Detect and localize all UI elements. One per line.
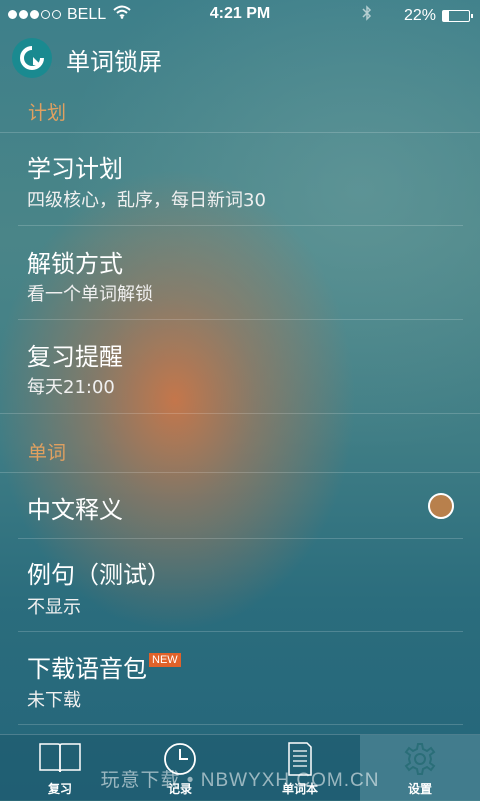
watermark: 玩意下载 • NBWYXH.COM.CN: [100, 770, 380, 791]
row-title: 中文释义: [27, 496, 123, 524]
battery-percent: 22%: [403, 6, 436, 24]
row-subtitle: 不显示: [27, 597, 81, 618]
row-example-sentence[interactable]: 例句（测试） 不显示: [0, 539, 480, 631]
row-title: 例句（测试）: [27, 561, 171, 589]
bluetooth-icon: [362, 5, 372, 26]
row-chinese-definition[interactable]: 中文释义: [0, 473, 480, 538]
battery-level: [443, 10, 449, 21]
row-download-voice[interactable]: 下载语音包 NEW 未下载: [0, 632, 480, 724]
row-subtitle: 未下载: [27, 690, 81, 711]
app-header: 单词锁屏: [0, 34, 480, 82]
row-subtitle: 每天21:00: [27, 377, 115, 398]
battery-icon: [442, 9, 473, 22]
status-right: 22%: [362, 5, 473, 26]
row-title: 解锁方式: [27, 250, 123, 278]
status-bar: BELL 4:21 PM 22%: [0, 0, 480, 30]
row-title: 下载语音包 NEW: [27, 649, 181, 684]
section-header-words: 单词: [28, 442, 67, 464]
row-title: 学习计划: [27, 155, 123, 183]
row-title-text: 下载语音包: [27, 655, 147, 683]
divider: [0, 413, 480, 414]
row-subtitle: 四级核心，乱序，每日新词30: [27, 190, 266, 211]
section-header-plan: 计划: [28, 102, 67, 124]
row-title: 复习提醒: [27, 343, 123, 371]
row-subtitle: 看一个单词解锁: [27, 284, 153, 305]
app-title: 单词锁屏: [66, 48, 162, 76]
row-study-plan[interactable]: 学习计划 四级核心，乱序，每日新词30: [0, 133, 480, 225]
row-review-reminder[interactable]: 复习提醒 每天21:00: [0, 320, 480, 413]
row-unlock-method[interactable]: 解锁方式 看一个单词解锁: [0, 226, 480, 319]
chinese-definition-toggle[interactable]: [428, 493, 454, 519]
q-logo-icon: [12, 38, 52, 78]
divider: [18, 724, 463, 725]
new-badge: NEW: [149, 653, 181, 667]
